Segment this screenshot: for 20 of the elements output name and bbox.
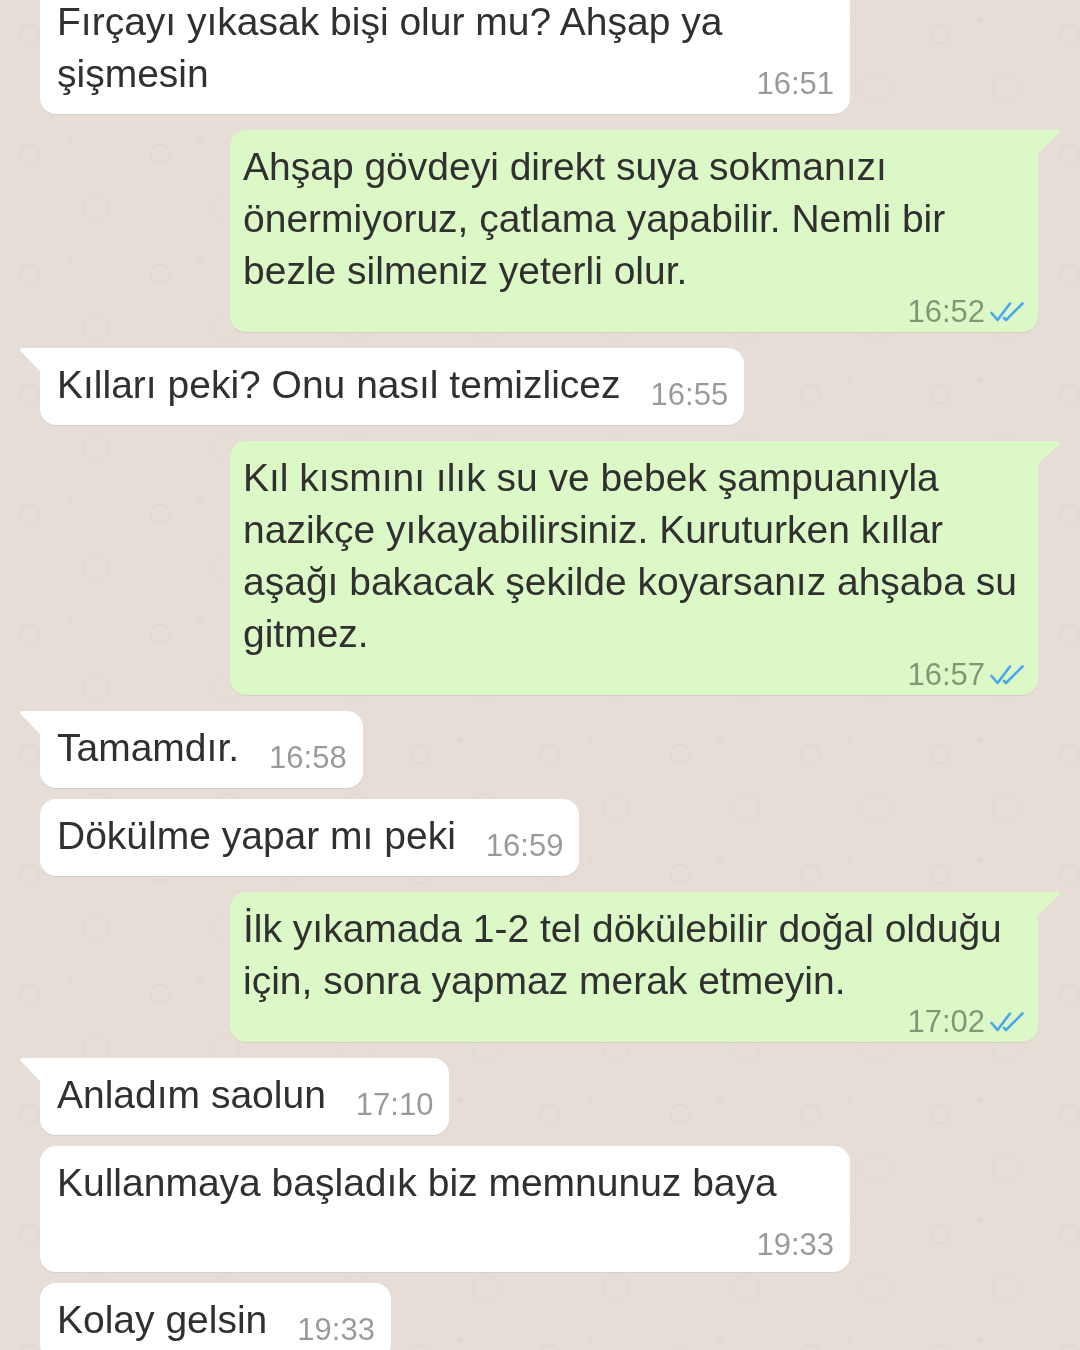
message-text: Kullanmaya başladık biz memnunuz baya xyxy=(57,1161,777,1204)
message-text: Tamamdır. xyxy=(57,726,240,769)
message-text: Kıl kısmını ılık su ve bebek şampuanıyla nazikçe yıkayabilirsiniz. Kuruturken kıllar aşağı bakacak şekilde koyarsanız ahşaba su gitmez. xyxy=(243,456,1017,655)
message-time: 16:58 xyxy=(269,745,347,771)
message-text: Kolay gelsin xyxy=(57,1298,268,1341)
message-time: 16:57 xyxy=(907,662,985,688)
message-text: Dökülme yapar mı peki xyxy=(57,814,456,857)
message-time: 17:02 xyxy=(907,1009,985,1035)
message-text: Fırçayı yıkasak bişi olur mu? Ahşap ya şişmesin xyxy=(57,0,723,95)
message-text: Kılları peki? Onu nasıl temizlicez xyxy=(57,363,621,406)
message-time: 19:33 xyxy=(297,1317,375,1343)
message-text: Anladım saolun xyxy=(57,1073,326,1116)
message-time: 16:51 xyxy=(756,71,834,97)
message-time: 19:33 xyxy=(756,1232,834,1258)
message-time: 17:10 xyxy=(355,1092,434,1118)
message-text: Ahşap gövdeyi direkt suya sokmanızı önermiyoruz, çatlama yapabilir. Nemli bir bezle silmeniz yeterli olur. xyxy=(243,145,946,292)
message-time: 16:55 xyxy=(650,382,729,408)
message-time: 16:59 xyxy=(485,833,564,859)
message-time: 16:52 xyxy=(907,299,985,325)
message-text: İlk yıkamada 1-2 tel dökülebilir doğal olduğu için, sonra yapmaz merak etmeyin. xyxy=(243,907,1002,1002)
